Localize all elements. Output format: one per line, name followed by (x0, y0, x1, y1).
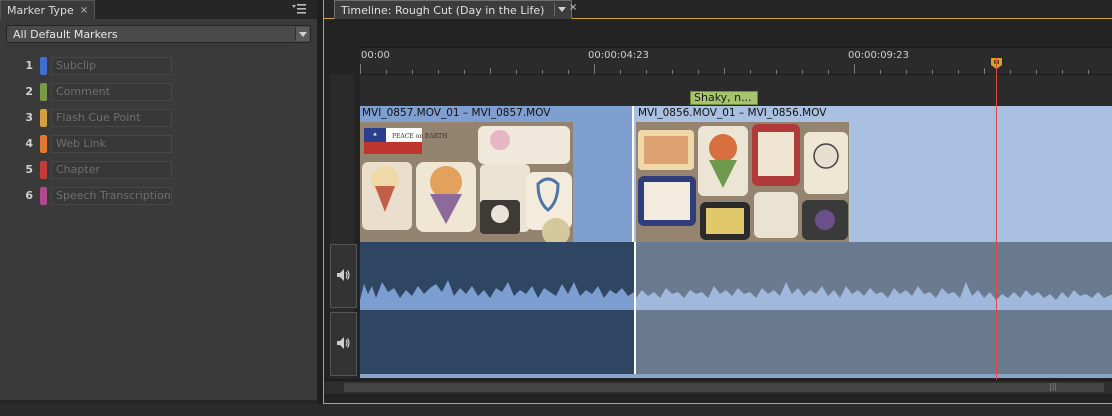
audio-track-header-1[interactable] (330, 244, 357, 308)
marker-row-subclip: 1 Subclip (0, 56, 318, 82)
marker-number: 1 (25, 59, 33, 72)
clip-thumbnail (636, 122, 849, 242)
video-clip-mvi-0856[interactable]: MVI_0856.MOV_01 – MVI_0856.MOV (636, 106, 1112, 242)
marker-type-list: 1 Subclip 2 Comment 3 Flash Cue Point 4 … (0, 56, 318, 212)
marker-row-flash-cue-point: 3 Flash Cue Point (0, 108, 318, 134)
clip-thumbnail: PEACE on EARTH (360, 122, 573, 242)
scrollbar-grip-icon[interactable]: ||| (1049, 382, 1057, 391)
marker-label-field[interactable]: Comment (51, 83, 172, 101)
audio-waveform-1[interactable] (360, 242, 1112, 310)
timeline-tab-bar: Timeline: Rough Cut (Day in the Life) × (324, 0, 1112, 19)
clip-name: MVI_0857.MOV_01 – MVI_0857.MOV (362, 107, 551, 119)
marker-number: 3 (25, 111, 33, 124)
audio-waveform-2[interactable] (360, 310, 1112, 378)
panel-menu-icon[interactable] (291, 2, 307, 16)
tab-marker-type[interactable]: Marker Type × (0, 0, 96, 19)
bottom-status-strip (0, 404, 1112, 416)
tab-timeline-rough-cut[interactable]: Timeline: Rough Cut (Day in the Life) (334, 0, 572, 19)
scrollbar-thumb[interactable] (344, 383, 1104, 392)
audio-track-1 (360, 242, 1112, 310)
close-icon[interactable]: × (569, 2, 577, 13)
ruler-label: 00:00 (361, 50, 390, 61)
marker-label-field[interactable]: Web Link (51, 135, 172, 153)
marker-row-speech-transcription: 6 Speech Transcription (0, 186, 318, 212)
svg-text:PEACE on EARTH: PEACE on EARTH (392, 133, 447, 140)
timeline-tab-label: Timeline: Rough Cut (Day in the Life) (341, 3, 545, 17)
marker-label-field[interactable]: Flash Cue Point (51, 109, 172, 127)
marker-color-swatch[interactable] (40, 135, 47, 153)
marker-filter-dropdown[interactable]: All Default Markers (6, 25, 311, 43)
tab-label: Marker Type (7, 3, 74, 17)
chevron-down-icon[interactable] (554, 3, 568, 16)
clip-marker-label: Shaky, n... (694, 91, 752, 104)
marker-row-comment: 2 Comment (0, 82, 318, 108)
ruler-label: 00:00:09:23 (848, 50, 910, 61)
clip-name: MVI_0856.MOV_01 – MVI_0856.MOV (638, 107, 827, 119)
speaker-icon[interactable] (336, 336, 351, 352)
timeline-scrollbar[interactable]: ||| (324, 380, 1112, 394)
video-clip-mvi-0857[interactable]: MVI_0857.MOV_01 – MVI_0857.MOV PEACE on … (360, 106, 634, 242)
marker-number: 2 (25, 85, 33, 98)
chevron-down-icon[interactable] (295, 27, 309, 41)
marker-row-web-link: 4 Web Link (0, 134, 318, 160)
marker-number: 6 (25, 189, 33, 202)
marker-color-swatch[interactable] (40, 187, 47, 205)
ruler-label: 00:00:04:23 (588, 50, 650, 61)
panel-tab-bar: Marker Type × (0, 0, 317, 19)
marker-color-swatch[interactable] (40, 57, 47, 75)
marker-color-swatch[interactable] (40, 161, 47, 179)
marker-color-swatch[interactable] (40, 83, 47, 101)
clip-marker-comment[interactable]: Shaky, n... (690, 91, 758, 105)
timeline-panel: Timeline: Rough Cut (Day in the Life) × … (323, 0, 1112, 404)
video-track: MVI_0857.MOV_01 – MVI_0857.MOV PEACE on … (360, 106, 1112, 242)
marker-label-field[interactable]: Chapter (51, 161, 172, 179)
dropdown-value: All Default Markers (13, 27, 118, 41)
marker-row-chapter: 5 Chapter (0, 160, 318, 186)
marker-number: 5 (25, 163, 33, 176)
marker-label-field[interactable]: Subclip (51, 57, 172, 75)
audio-track-2 (360, 310, 1112, 378)
audio-track-header-2[interactable] (330, 312, 357, 376)
playhead-line (996, 58, 997, 380)
clip-marker-track: Shaky, n... (360, 74, 1112, 106)
speaker-icon[interactable] (336, 268, 351, 284)
close-icon[interactable]: × (80, 5, 88, 16)
marker-label-field[interactable]: Speech Transcription (51, 187, 172, 205)
marker-type-panel: Marker Type × All Default Markers 1 Subc… (0, 0, 318, 400)
marker-number: 4 (25, 137, 33, 150)
marker-color-swatch[interactable] (40, 109, 47, 127)
